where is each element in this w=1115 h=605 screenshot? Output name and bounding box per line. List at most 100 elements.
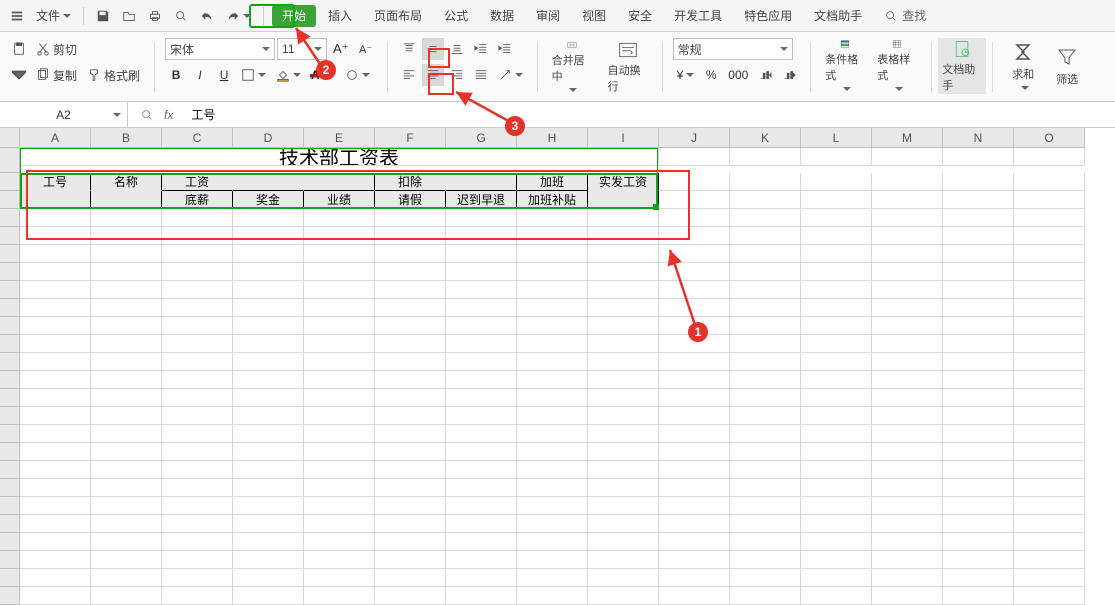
cell[interactable] (588, 299, 659, 317)
cell[interactable] (588, 389, 659, 407)
cell[interactable] (375, 263, 446, 281)
cell[interactable] (304, 515, 375, 533)
cell[interactable] (801, 263, 872, 281)
col-header-J[interactable]: J (659, 128, 730, 148)
cell[interactable] (730, 281, 801, 299)
cell[interactable] (20, 191, 91, 209)
cell[interactable] (304, 407, 375, 425)
cell[interactable] (659, 227, 730, 245)
cell[interactable] (91, 533, 162, 551)
cell[interactable] (1014, 148, 1085, 166)
cell[interactable] (517, 533, 588, 551)
cell[interactable] (233, 461, 304, 479)
cell[interactable] (375, 335, 446, 353)
cell[interactable] (659, 299, 730, 317)
cell[interactable] (162, 425, 233, 443)
cell[interactable] (1014, 173, 1085, 191)
col-header-B[interactable]: B (91, 128, 162, 148)
cell[interactable] (1014, 389, 1085, 407)
row-header-14[interactable] (0, 389, 20, 407)
cell[interactable] (446, 335, 517, 353)
cell[interactable] (659, 245, 730, 263)
cell[interactable] (517, 227, 588, 245)
cell[interactable] (233, 245, 304, 263)
cell[interactable] (91, 389, 162, 407)
cell[interactable] (943, 587, 1014, 605)
cell[interactable] (730, 148, 801, 166)
col-header-N[interactable]: N (943, 128, 1014, 148)
copy-button[interactable]: 复制 (32, 64, 81, 86)
cell[interactable] (446, 245, 517, 263)
decrease-font-icon[interactable]: A⁻ (355, 38, 377, 60)
cell[interactable] (1014, 443, 1085, 461)
cell[interactable] (20, 299, 91, 317)
cell[interactable] (91, 371, 162, 389)
cell[interactable] (872, 209, 943, 227)
file-menu[interactable]: 文件 (32, 5, 75, 27)
cell[interactable] (20, 497, 91, 515)
cell[interactable] (730, 173, 801, 191)
cell[interactable] (162, 227, 233, 245)
cell[interactable] (162, 389, 233, 407)
cell[interactable] (588, 407, 659, 425)
cell[interactable] (872, 148, 943, 166)
col-header-A[interactable]: A (20, 128, 91, 148)
cell[interactable] (233, 587, 304, 605)
cell[interactable] (375, 533, 446, 551)
cell[interactable] (801, 299, 872, 317)
tab-4[interactable]: 数据 (480, 5, 524, 27)
cell[interactable] (233, 551, 304, 569)
cell[interactable] (801, 533, 872, 551)
row-header-6[interactable] (0, 245, 20, 263)
cell[interactable] (730, 371, 801, 389)
tab-0[interactable]: 开始 (272, 5, 316, 27)
cell[interactable] (1014, 335, 1085, 353)
cell[interactable] (872, 425, 943, 443)
cell[interactable] (304, 263, 375, 281)
cell[interactable] (20, 425, 91, 443)
cell[interactable] (446, 353, 517, 371)
cell[interactable] (91, 425, 162, 443)
cell[interactable]: 加班补贴 (517, 191, 588, 209)
cell[interactable] (446, 299, 517, 317)
row-header-25[interactable] (0, 587, 20, 605)
row-header-18[interactable] (0, 461, 20, 479)
cell[interactable] (304, 425, 375, 443)
cell[interactable] (91, 263, 162, 281)
table-style-button[interactable]: 表格样式 (873, 38, 921, 94)
cell[interactable] (1014, 263, 1085, 281)
cell[interactable] (943, 515, 1014, 533)
cell[interactable] (304, 389, 375, 407)
cell[interactable] (730, 479, 801, 497)
cell[interactable] (517, 245, 588, 263)
cell[interactable] (801, 353, 872, 371)
cell[interactable] (659, 497, 730, 515)
cell[interactable] (162, 335, 233, 353)
cell[interactable] (943, 353, 1014, 371)
cell[interactable] (446, 317, 517, 335)
cell[interactable] (375, 353, 446, 371)
cell[interactable]: 底薪 (162, 191, 233, 209)
cell[interactable] (872, 173, 943, 191)
cell[interactable] (304, 569, 375, 587)
cell[interactable] (872, 461, 943, 479)
cell[interactable] (1014, 479, 1085, 497)
tab-6[interactable]: 视图 (572, 5, 616, 27)
cell[interactable] (20, 515, 91, 533)
cell[interactable] (233, 353, 304, 371)
cell[interactable] (1014, 461, 1085, 479)
select-all-corner[interactable] (0, 128, 20, 148)
cell[interactable] (588, 371, 659, 389)
tab-1[interactable]: 插入 (318, 5, 362, 27)
cell[interactable] (162, 317, 233, 335)
cell[interactable] (375, 569, 446, 587)
cell[interactable] (872, 245, 943, 263)
cell[interactable] (20, 227, 91, 245)
row-header-23[interactable] (0, 551, 20, 569)
cell[interactable] (730, 461, 801, 479)
name-box[interactable] (0, 102, 128, 128)
cell[interactable] (659, 353, 730, 371)
cell[interactable] (304, 335, 375, 353)
cell[interactable] (91, 569, 162, 587)
cell[interactable] (233, 299, 304, 317)
